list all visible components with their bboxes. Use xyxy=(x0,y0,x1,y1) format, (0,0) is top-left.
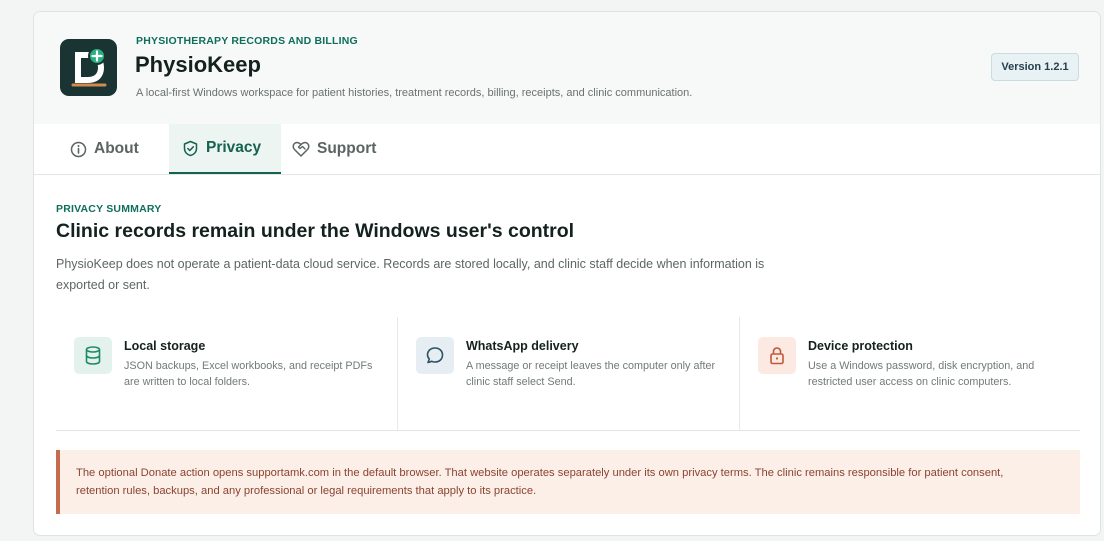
tab-bar: About Privacy Support xyxy=(34,124,1100,175)
feature-description: A message or receipt leaves the computer… xyxy=(466,360,716,388)
app-title: PhysioKeep xyxy=(135,52,261,77)
feature-title: Local storage xyxy=(124,339,206,353)
section-eyebrow: PRIVACY SUMMARY xyxy=(56,203,162,215)
lock-icon xyxy=(758,337,796,374)
feature-local-storage: Local storage JSON backups, Excel workbo… xyxy=(56,317,397,430)
chat-bubble-icon xyxy=(416,337,454,374)
feature-whatsapp-delivery: WhatsApp delivery A message or receipt l… xyxy=(397,317,739,430)
tab-privacy-label: Privacy xyxy=(206,139,262,156)
feature-grid: Local storage JSON backups, Excel workbo… xyxy=(56,317,1080,431)
info-icon xyxy=(70,141,87,158)
about-dialog-card: PHYSIOTHERAPY RECORDS AND BILLING Physio… xyxy=(33,11,1101,536)
donate-notice: The optional Donate action opens support… xyxy=(56,450,1080,514)
feature-device-protection: Device protection Use a Windows password… xyxy=(739,317,1080,430)
tab-about[interactable]: About xyxy=(56,124,160,174)
section-title: Clinic records remain under the Windows … xyxy=(56,220,575,242)
tab-about-label: About xyxy=(94,140,139,157)
app-description: A local-first Windows workspace for pati… xyxy=(136,87,693,99)
database-icon xyxy=(74,337,112,374)
feature-description: Use a Windows password, disk encryption,… xyxy=(808,360,1035,388)
app-logo xyxy=(60,39,117,96)
tab-support-label: Support xyxy=(317,140,377,157)
version-badge: Version 1.2.1 xyxy=(991,53,1079,81)
heart-handshake-icon xyxy=(292,141,310,158)
feature-description: JSON backups, Excel workbooks, and recei… xyxy=(124,360,373,388)
tab-support[interactable]: Support xyxy=(292,124,402,174)
shield-check-icon xyxy=(182,140,199,157)
app-eyebrow: PHYSIOTHERAPY RECORDS AND BILLING xyxy=(136,35,358,47)
section-description: PhysioKeep does not operate a patient-da… xyxy=(56,257,765,292)
tab-privacy[interactable]: Privacy xyxy=(169,124,281,174)
app-header: PHYSIOTHERAPY RECORDS AND BILLING Physio… xyxy=(34,12,1100,125)
feature-title: WhatsApp delivery xyxy=(466,339,579,353)
feature-title: Device protection xyxy=(808,339,913,353)
